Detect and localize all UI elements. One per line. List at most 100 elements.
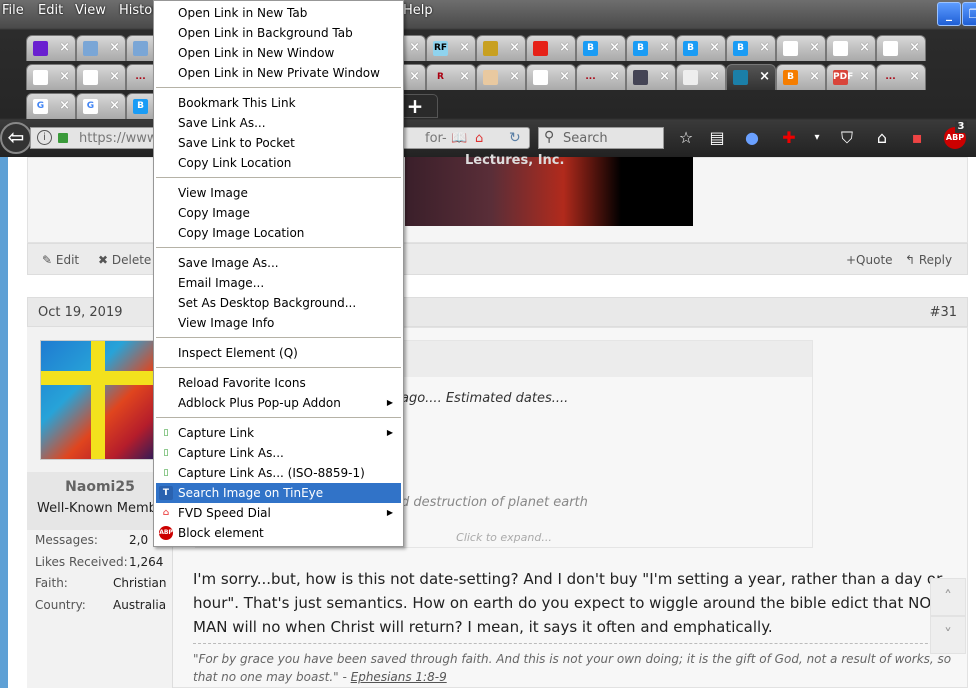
browser-tab[interactable]: ... × bbox=[576, 64, 626, 90]
browser-tab[interactable]: B× bbox=[676, 35, 726, 61]
close-tab-icon[interactable]: × bbox=[659, 69, 670, 84]
close-tab-icon[interactable]: × bbox=[559, 69, 570, 84]
close-tab-icon[interactable]: × bbox=[909, 40, 920, 55]
close-tab-icon[interactable]: × bbox=[509, 40, 520, 55]
speed-dial-icon[interactable]: ▪ bbox=[906, 127, 928, 149]
dropdown-icon[interactable]: ▾ bbox=[806, 127, 828, 149]
menu-item-capture-link-as[interactable]: ▯ Capture Link As... bbox=[156, 443, 401, 463]
menu-item-capture-link[interactable]: ▯ Capture Link ▶ bbox=[156, 423, 401, 443]
close-tab-icon[interactable]: × bbox=[459, 40, 470, 55]
reader-view-icon[interactable]: 📖 bbox=[451, 131, 467, 146]
menu-history[interactable]: Histor bbox=[119, 3, 158, 18]
close-tab-icon[interactable]: × bbox=[59, 98, 70, 113]
minimize-button[interactable]: _ bbox=[937, 2, 961, 26]
pocket-icon[interactable]: ⛉ bbox=[836, 127, 858, 149]
avatar[interactable] bbox=[40, 340, 160, 460]
post-number[interactable]: #31 bbox=[930, 305, 957, 320]
scroll-up-button[interactable]: ˄ bbox=[930, 578, 966, 616]
menu-item-copy-image-location[interactable]: Copy Image Location bbox=[156, 223, 401, 243]
close-tab-icon[interactable]: × bbox=[609, 69, 620, 84]
close-tab-icon[interactable]: × bbox=[59, 69, 70, 84]
menu-item-capture-link-as-iso-8859-1[interactable]: ▯ Capture Link As... (ISO-8859-1) bbox=[156, 463, 401, 483]
edit-button[interactable]: ✎ Edit bbox=[42, 253, 79, 267]
close-tab-icon[interactable]: × bbox=[109, 98, 120, 113]
browser-tab[interactable]: × bbox=[676, 64, 726, 90]
menu-item-block-element[interactable]: ABP Block element bbox=[156, 523, 401, 543]
browser-tab[interactable]: × bbox=[476, 35, 526, 61]
menu-item-open-link-in-new-tab[interactable]: Open Link in New Tab bbox=[156, 3, 401, 23]
menu-item-reload-favorite-icons[interactable]: Reload Favorite Icons bbox=[156, 373, 401, 393]
username[interactable]: Naomi25 bbox=[27, 479, 173, 495]
home-icon[interactable]: ⌂ bbox=[871, 127, 893, 149]
browser-tab[interactable]: × bbox=[726, 64, 776, 90]
browser-tab[interactable]: × bbox=[76, 64, 126, 90]
browser-tab[interactable]: RF × bbox=[426, 35, 476, 61]
menu-item-fvd-speed-dial[interactable]: ⌂ FVD Speed Dial ▶ bbox=[156, 503, 401, 523]
browser-tab[interactable]: B× bbox=[626, 35, 676, 61]
menu-edit[interactable]: Edit bbox=[38, 3, 63, 18]
speed-dial-icon[interactable]: ⌂ bbox=[475, 131, 483, 146]
menu-item-search-image-on-tineye[interactable]: T Search Image on TinEye bbox=[156, 483, 401, 503]
close-tab-icon[interactable]: × bbox=[659, 40, 670, 55]
reload-icon[interactable]: ↻ bbox=[509, 130, 521, 146]
quote-button[interactable]: +Quote bbox=[846, 253, 893, 267]
close-tab-icon[interactable]: × bbox=[709, 40, 720, 55]
restore-button[interactable]: ❐ bbox=[962, 2, 976, 26]
post-date[interactable]: Oct 19, 2019 bbox=[38, 305, 123, 320]
menu-item-save-image-as[interactable]: Save Image As... bbox=[156, 253, 401, 273]
close-tab-icon[interactable]: × bbox=[759, 40, 770, 55]
menu-file[interactable]: File bbox=[2, 3, 24, 18]
close-tab-icon[interactable]: × bbox=[809, 69, 820, 84]
menu-help[interactable]: Help bbox=[403, 3, 433, 18]
menu-item-save-link-to-pocket[interactable]: Save Link to Pocket bbox=[156, 133, 401, 153]
menu-item-open-link-in-new-private-window[interactable]: Open Link in New Private Window bbox=[156, 63, 401, 83]
first-aid-icon[interactable]: ✚ bbox=[778, 127, 800, 149]
close-tab-icon[interactable]: × bbox=[509, 69, 520, 84]
back-button[interactable]: ⇦ bbox=[0, 122, 32, 154]
menu-item-inspect-element-q[interactable]: Inspect Element (Q) bbox=[156, 343, 401, 363]
menu-item-copy-image[interactable]: Copy Image bbox=[156, 203, 401, 223]
close-tab-icon[interactable]: × bbox=[559, 40, 570, 55]
globe-search-icon[interactable]: ● bbox=[741, 127, 763, 149]
close-tab-icon[interactable]: × bbox=[759, 69, 770, 84]
info-icon[interactable]: i bbox=[37, 130, 52, 145]
close-tab-icon[interactable]: × bbox=[459, 69, 470, 84]
close-tab-icon[interactable]: × bbox=[409, 69, 420, 84]
close-tab-icon[interactable]: × bbox=[109, 40, 120, 55]
browser-tab[interactable]: B× bbox=[726, 35, 776, 61]
close-tab-icon[interactable]: × bbox=[859, 69, 870, 84]
bookmarks-list-icon[interactable]: ▤ bbox=[706, 127, 728, 149]
browser-tab[interactable]: B× bbox=[576, 35, 626, 61]
menu-item-set-as-desktop-background[interactable]: Set As Desktop Background... bbox=[156, 293, 401, 313]
menu-item-bookmark-this-link[interactable]: Bookmark This Link bbox=[156, 93, 401, 113]
browser-tab[interactable]: × bbox=[626, 64, 676, 90]
browser-tab[interactable]: × bbox=[76, 35, 126, 61]
close-tab-icon[interactable]: × bbox=[909, 69, 920, 84]
menu-view[interactable]: View bbox=[75, 3, 106, 18]
url-text[interactable]: https://www bbox=[79, 131, 158, 146]
browser-tab[interactable]: R × bbox=[426, 64, 476, 90]
menu-item-adblock-plus-pop-up-addon[interactable]: Adblock Plus Pop-up Addon ▶ bbox=[156, 393, 401, 413]
menu-item-email-image[interactable]: Email Image... bbox=[156, 273, 401, 293]
menu-item-open-link-in-new-window[interactable]: Open Link in New Window bbox=[156, 43, 401, 63]
scroll-down-button[interactable]: ˅ bbox=[930, 616, 966, 654]
browser-tab[interactable]: × bbox=[476, 64, 526, 90]
menu-item-copy-link-location[interactable]: Copy Link Location bbox=[156, 153, 401, 173]
delete-button[interactable]: ✖ Delete bbox=[98, 253, 151, 267]
scripture-link[interactable]: Ephesians 1:8-9 bbox=[351, 670, 447, 684]
browser-tab[interactable]: ... × bbox=[876, 64, 926, 90]
url-text-end[interactable]: for- bbox=[425, 131, 447, 146]
close-tab-icon[interactable]: × bbox=[109, 69, 120, 84]
close-tab-icon[interactable]: × bbox=[409, 40, 420, 55]
browser-tab[interactable]: G × bbox=[76, 93, 126, 119]
reply-button[interactable]: ↰ Reply bbox=[905, 253, 952, 267]
browser-tab[interactable]: × bbox=[876, 35, 926, 61]
browser-tab[interactable]: B× bbox=[776, 64, 826, 90]
browser-tab[interactable]: × bbox=[526, 35, 576, 61]
close-tab-icon[interactable]: × bbox=[709, 69, 720, 84]
close-tab-icon[interactable]: × bbox=[59, 40, 70, 55]
browser-tab[interactable]: G × bbox=[26, 93, 76, 119]
browser-tab[interactable]: × bbox=[26, 64, 76, 90]
menu-item-view-image-info[interactable]: View Image Info bbox=[156, 313, 401, 333]
post-image[interactable]: Lectures, Inc. bbox=[405, 153, 693, 226]
